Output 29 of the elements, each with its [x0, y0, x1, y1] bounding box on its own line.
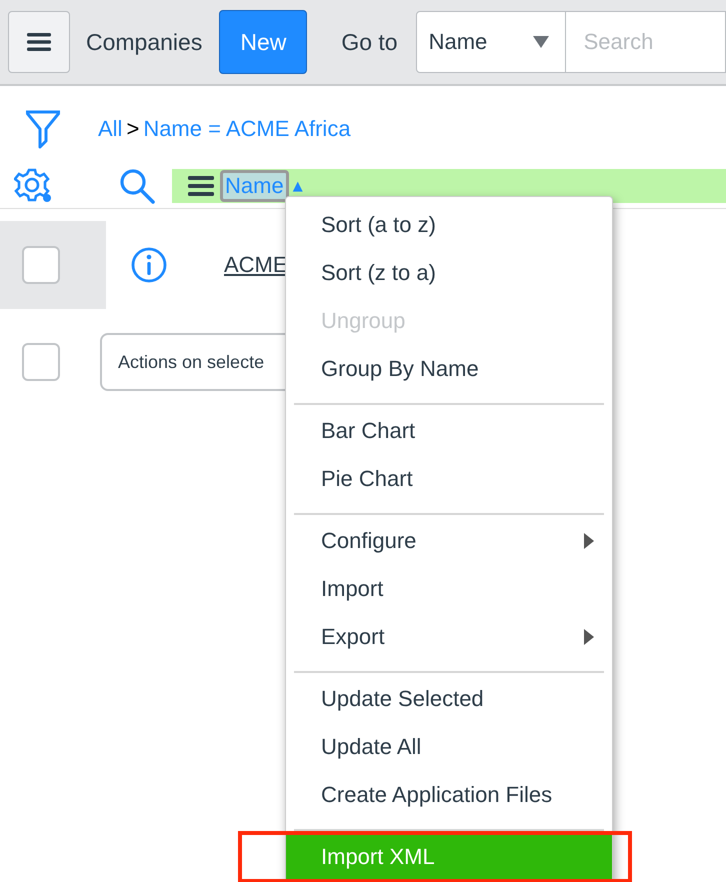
submenu-arrow-icon	[584, 629, 594, 645]
sort-indicator: ▲	[292, 178, 303, 194]
menu-item[interactable]: Export	[286, 613, 612, 661]
column-menu-icon[interactable]	[188, 176, 214, 196]
filter-icon[interactable]	[24, 109, 62, 149]
checkbox[interactable]	[22, 343, 60, 381]
list-title: Companies	[86, 28, 202, 56]
dropdown-caret-icon	[532, 36, 549, 48]
menu-item[interactable]: Pie Chart	[286, 455, 612, 503]
menu-item[interactable]: Import	[286, 565, 612, 613]
search-icon[interactable]	[118, 167, 156, 205]
menu-item[interactable]: Sort (z to a)	[286, 249, 612, 297]
menu-icon	[27, 33, 51, 51]
menu-item[interactable]: Bar Chart	[286, 407, 612, 455]
menu-button[interactable]	[8, 11, 70, 73]
record-link[interactable]: ACME	[224, 252, 288, 278]
settings-icon[interactable]	[14, 167, 54, 205]
menu-item[interactable]: Update All	[286, 723, 612, 771]
goto-label: Go to	[341, 28, 398, 56]
info-icon[interactable]	[130, 246, 168, 284]
menu-item[interactable]: Configure	[286, 517, 612, 565]
breadcrumb-separator: >	[126, 116, 140, 142]
submenu-arrow-icon	[584, 533, 594, 549]
checkbox[interactable]	[22, 246, 60, 284]
menu-item[interactable]: Create Application Files	[286, 771, 612, 819]
field-select[interactable]: Name	[416, 11, 566, 73]
menu-item[interactable]: Sort (a to z)	[286, 201, 612, 249]
menu-item[interactable]: Update Selected	[286, 675, 612, 723]
search-field[interactable]: Search	[566, 11, 726, 73]
